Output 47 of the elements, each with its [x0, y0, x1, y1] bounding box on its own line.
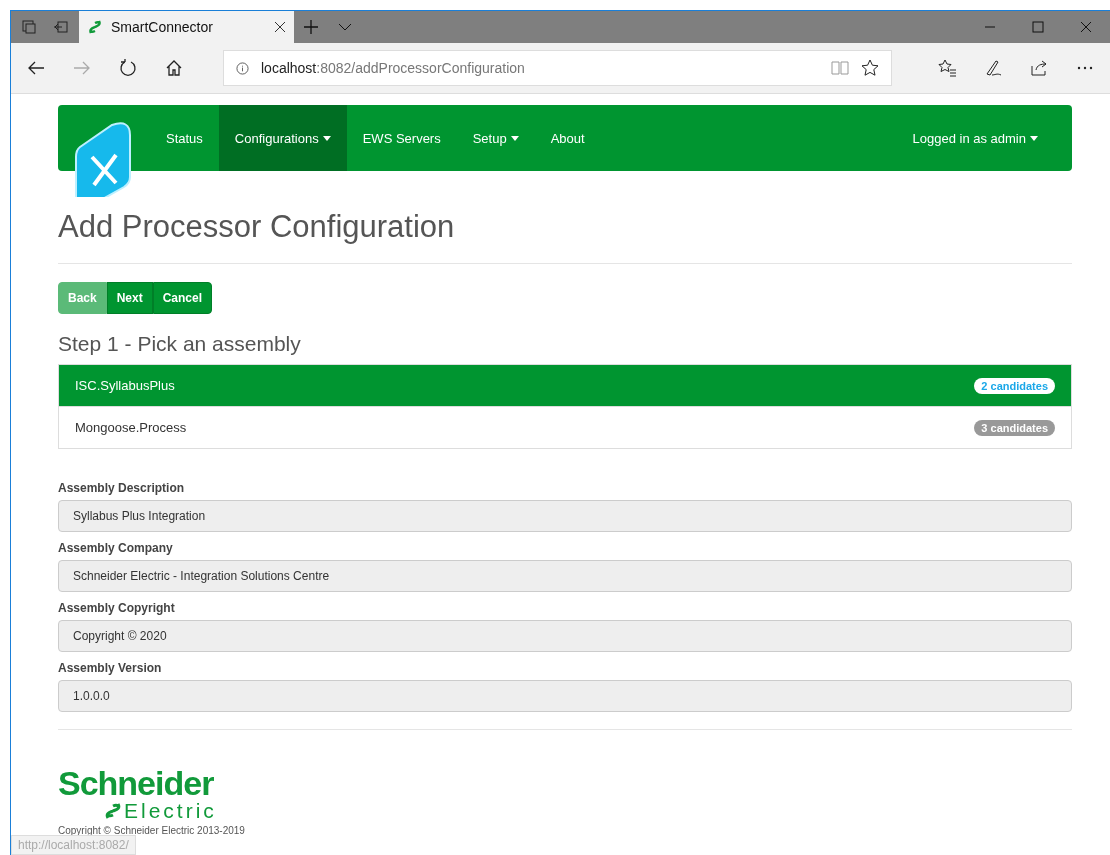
nav-item[interactable]: Status — [150, 105, 219, 171]
new-tab-icon[interactable] — [303, 19, 319, 35]
candidates-badge: 3 candidates — [974, 419, 1055, 436]
input-field[interactable]: Copyright © 2020 — [58, 620, 1072, 652]
assembly-name: ISC.SyllabusPlus — [75, 378, 175, 393]
wizard-button[interactable]: Cancel — [152, 282, 213, 314]
assembly-list-item[interactable]: Mongoose.Process 3 candidates — [59, 406, 1071, 448]
refresh-icon[interactable] — [119, 59, 137, 77]
close-icon[interactable] — [1080, 21, 1092, 33]
candidates-badge: 2 candidates — [974, 377, 1055, 394]
pen-icon[interactable] — [984, 59, 1002, 77]
back-arrow-icon[interactable] — [27, 59, 45, 77]
nav-item[interactable]: Setup — [456, 105, 535, 171]
input-field[interactable]: 1.0.0.0 — [58, 680, 1072, 712]
assembly-list-item[interactable]: ISC.SyllabusPlus 2 candidates — [59, 365, 1071, 406]
tab-back-icon[interactable] — [53, 19, 69, 35]
info-icon — [236, 61, 249, 75]
field-label: Assembly Version — [58, 661, 163, 675]
user-menu[interactable]: Logged in as admin — [896, 105, 1072, 171]
close-icon[interactable] — [274, 21, 286, 33]
page-title: Add Processor Configuration — [58, 209, 456, 245]
input-field[interactable]: Syllabus Plus Integration — [58, 500, 1072, 532]
status-url: http://localhost:8082/ — [11, 835, 136, 855]
home-icon[interactable] — [165, 59, 183, 77]
assembly-name: Mongoose.Process — [75, 420, 187, 435]
nav-item[interactable]: EWS Servers — [346, 105, 457, 171]
field-label: Assembly Company — [58, 541, 174, 555]
company-logo: Schneider Electric — [58, 766, 217, 821]
input-field[interactable]: Schneider Electric - Integration Solutions Centre — [58, 560, 1072, 592]
caret-icon — [1030, 135, 1038, 141]
browser-tab[interactable]: SmartConnector — [79, 11, 294, 43]
star-icon[interactable] — [861, 59, 879, 77]
share-icon[interactable] — [1030, 59, 1048, 77]
field-label: Assembly Copyright — [58, 601, 176, 615]
favorites-icon[interactable] — [938, 59, 956, 77]
maximize-icon[interactable] — [1032, 21, 1044, 33]
caret-icon — [510, 135, 519, 141]
nav-item[interactable]: Configurations — [218, 105, 347, 171]
nav-item[interactable]: About — [534, 105, 601, 171]
app-logo-icon — [87, 19, 103, 35]
step-title: Step 1 - Pick an assembly — [58, 332, 302, 356]
wizard-button[interactable]: Next — [106, 282, 153, 314]
caret-icon — [322, 135, 331, 141]
tabs-icon[interactable] — [21, 19, 37, 35]
address-bar[interactable]: localhost:8082/addProcessorConfiguration — [223, 50, 892, 86]
field-label: Assembly Description — [58, 481, 186, 495]
copyright-text: Copyright © Schneider Electric 2013-2019 — [58, 825, 246, 836]
